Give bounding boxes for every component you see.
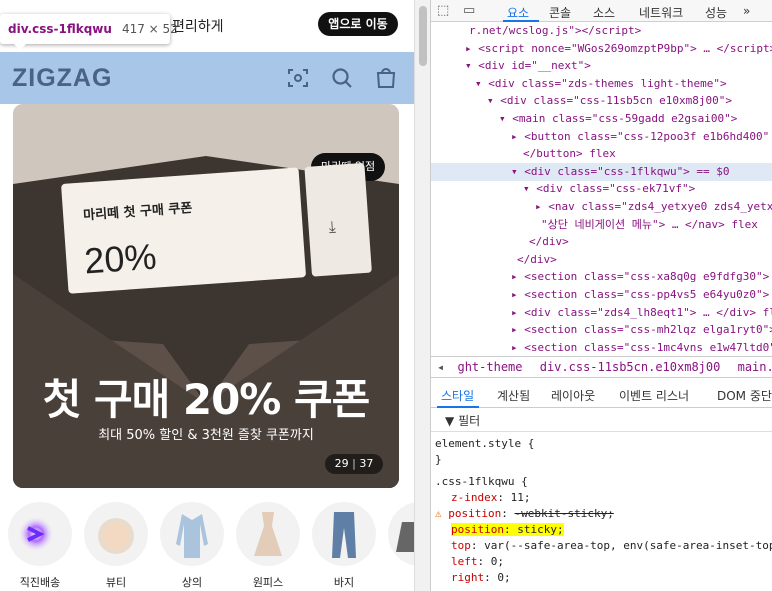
category-label: 뷰티 [105,576,127,589]
more-tabs-button[interactable]: » [743,4,750,18]
dom-tree-node[interactable]: ▸ <section class="css-mh2lqz elga1ryt0">… [431,321,772,339]
decl-z-index[interactable]: z-index: 11; [451,490,530,506]
decl-webkit-sticky[interactable]: ⚠ position: -webkit-sticky; [435,506,614,522]
dress-icon [236,502,300,566]
device-toolbar-icon[interactable]: ▭ [463,3,475,18]
open-app-button[interactable]: 앱으로 이동 [318,12,398,36]
category-label: 스 [388,574,414,590]
breadcrumb-item[interactable]: ght-theme [457,360,522,374]
direct-delivery-icon [8,502,72,566]
tab-layout[interactable]: 레이아웃 [551,387,595,404]
scan-icon[interactable] [286,66,310,90]
jeans-icon [312,502,376,566]
dom-tree-node[interactable]: ▸ <button class="css-12poo3f e1b6hd400" … [431,128,772,146]
breadcrumb-item[interactable]: div.css-11sb5cn.e10xm8j00 [540,360,721,374]
search-icon[interactable] [330,66,354,90]
top-banner-text: 편리하게 [172,19,224,35]
styles-filter[interactable]: ▼ 필터 [431,410,772,432]
dom-tree-node[interactable]: ▾ <main class="css-59gadd e2gsai00"> [431,110,772,128]
coupon-percent: 20% [83,235,158,282]
dom-tree-node[interactable]: r.net/wcslog.js"></script> [431,22,772,40]
page-scrollbar[interactable] [414,0,430,591]
banner-headline: 첫 구매 20% 쿠폰 [42,375,371,424]
dom-tree-node[interactable]: ▸ <script nonce="WGos269omzptP9bp"> … </… [431,40,772,58]
filter-label: 필터 [458,414,481,428]
dom-tree-node[interactable]: ▸ <section class="css-1mc4vns e1w47ltd0"… [431,339,772,352]
shopping-bag-icon[interactable] [374,66,398,90]
site-header: ZIGZAG [0,52,414,104]
category-beauty[interactable]: 뷰티 [84,502,148,590]
category-label: 바지 [333,576,355,589]
tab-sources[interactable]: 소스 [593,4,615,21]
coupon-card: 마리떼 첫 구매 쿠폰 20% ⤓ [61,162,378,294]
element-inspect-tooltip: div.css-1flkqwu 417 × 52 [0,14,178,50]
dom-tree: r.net/wcslog.js"></script> ▸ <script nonc… [431,22,772,352]
dom-tree-node[interactable]: ▾ <div class="css-11sb5cn e10xm8j00"> [431,92,772,110]
rule-selector[interactable]: .css-1flkqwu { [435,474,528,490]
category-label: 상의 [181,576,203,589]
dom-tree-node[interactable]: ▾ <div id="__next"> [431,57,772,75]
breadcrumb-item[interactable]: main.css-59gadd [738,360,772,374]
category-direct-delivery[interactable]: 직진배송 [8,502,72,590]
tooltip-selector: div.css-1flkqwu [8,22,112,36]
category-label: 원피스 [252,576,284,589]
category-tops[interactable]: 상의 [160,502,224,590]
crumb-scroll-left[interactable]: ◂ [431,360,450,374]
dom-tree-node[interactable]: </div> [431,251,772,269]
dom-breadcrumbs: ◂ ght-theme div.css-11sb5cn.e10xm8j00 ma… [431,356,772,378]
warning-icon: ⚠ [435,507,442,520]
decl-top[interactable]: top: var(--safe-area-top, env(safe-area-… [451,538,772,554]
inspect-element-icon[interactable]: ⬚ [437,3,449,18]
styles-tabbar: 스타일 계산됨 레이아웃 이벤트 리스너 DOM 중단 [431,382,772,408]
dom-tree-node[interactable]: "상단 네비게이션 메뉴"> … </nav> flex [431,216,772,234]
web-viewport: 편리하게 앱으로 이동 div.css-1flkqwu 417 × 52 ZIGZ… [0,0,414,591]
element-style-rule[interactable]: element.style { [435,436,534,452]
top-garment-icon [160,502,224,566]
tab-computed[interactable]: 계산됨 [497,387,530,404]
dom-tree-node[interactable]: ▾ <div class="css-ek71vf"> [431,180,772,198]
dom-tree-node[interactable]: ▸ <section class="css-xa8q0g e9fdfg30"> … [431,268,772,286]
decl-left[interactable]: left: 0; [451,554,504,570]
banner-pager: 29 | 37 [325,454,383,474]
promo-banner[interactable]: 마리떼 입점 마리떼 첫 구매 쿠폰 20% ⤓ 첫 구매 20% 쿠폰 최대 … [13,104,399,488]
category-pants[interactable]: 바지 [312,502,376,590]
category-label: 직진배송 [19,576,61,589]
dom-tree-node[interactable]: ▸ <nav class="zds4_yetxye0 zds4_yetxye3 … [431,198,772,216]
devtools-panel: ⬚ ▭ 요소 콘솔 소스 네트워크 성능 » r.net/wcslog.js">… [430,0,772,591]
style-rules: element.style { } .css-1flkqwu { z-index… [431,434,772,591]
dom-tree-node[interactable]: ▸ <div class="zds4_lh8eqt1"> … </div> fl… [431,304,772,322]
zigzag-logo[interactable]: ZIGZAG [12,64,112,93]
pager-total: 37 [359,457,374,470]
devtools-tabbar: ⬚ ▭ 요소 콘솔 소스 네트워크 성능 » [431,0,772,22]
dom-tree-node[interactable]: </button> flex [431,145,772,163]
dom-tree-node[interactable]: ▸ <section class="css-pp4vs5 e64yu0z0"> … [431,286,772,304]
tab-performance[interactable]: 성능 [705,4,727,21]
download-icon: ⤓ [327,216,337,237]
scrollbar-thumb[interactable] [419,6,427,66]
decl-right[interactable]: right: 0; [451,570,511,586]
cushion-compact-icon [84,502,148,566]
tooltip-dimensions: 417 × 52 [121,22,178,36]
coupon-title: 마리떼 첫 구매 쿠폰 [82,200,193,224]
tab-elements[interactable]: 요소 [507,4,529,21]
pager-current: 29 [334,457,349,470]
category-skirts[interactable]: 스 [388,502,414,590]
banner-subline: 최대 50% 할인 & 3천원 즐찾 쿠폰까지 [98,428,314,443]
dom-tree-node[interactable]: ▾ <div class="css-1flkqwu"> == $0 [431,162,772,181]
rule-close: } [435,453,442,466]
dom-tree-node[interactable]: ▾ <div class="zds-themes light-theme"> [431,75,772,93]
tab-styles[interactable]: 스타일 [441,387,474,404]
tab-dom-breakpoints[interactable]: DOM 중단 [717,387,772,404]
tab-network[interactable]: 네트워크 [639,4,683,21]
category-dresses[interactable]: 원피스 [236,502,300,590]
tab-console[interactable]: 콘솔 [549,4,571,21]
filter-icon: ▼ [445,414,455,428]
dom-tree-node[interactable]: </div> [431,233,772,251]
decl-sticky[interactable]: position: sticky; [451,522,564,538]
skirt-icon [388,502,414,566]
tab-event-listeners[interactable]: 이벤트 리스너 [619,387,689,404]
